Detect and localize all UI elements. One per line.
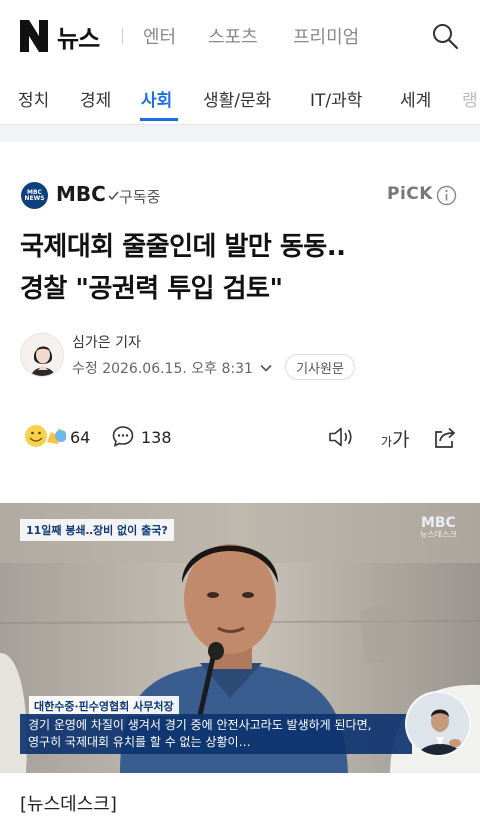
- video-player[interactable]: 11일째 봉쇄‥장비 없이 출국? MBC 뉴스데스크 대한수중·핀수영협회 사…: [0, 503, 480, 773]
- subtitle-line-2: 영구히 국제대회 유치를 할 수 없는 상황이…: [28, 735, 251, 749]
- font-size-button[interactable]: 가가: [381, 425, 410, 452]
- font-size-small-label: 가: [381, 435, 393, 449]
- article-body-next-line: [20, 826, 100, 830]
- nav-entertain[interactable]: 엔터: [143, 23, 176, 49]
- font-size-big-label: 가: [392, 429, 410, 451]
- comment-icon[interactable]: [112, 425, 134, 447]
- article-body-program: [뉴스데스크]: [20, 794, 117, 815]
- search-icon[interactable]: [431, 22, 459, 50]
- active-tab-indicator: [140, 118, 178, 121]
- subscribe-button[interactable]: 구독중: [108, 186, 160, 207]
- speaker-icon[interactable]: [328, 425, 354, 449]
- comment-count: 138: [141, 428, 172, 447]
- reporter-photo-icon: [21, 334, 63, 376]
- article-headline: 국제대회 줄줄인데 발만 동동.. 경찰 "공권력 투입 검토": [20, 226, 460, 310]
- subtitle-line-1: 경기 운영에 차질이 생겨서 경기 중에 안전사고라도 발생하게 된다면,: [28, 718, 372, 732]
- check-icon: [108, 191, 119, 201]
- headline-line-1: 국제대회 줄줄인데 발만 동동..: [20, 232, 346, 262]
- reaction-count: 64: [70, 428, 91, 447]
- press-name[interactable]: MBC: [56, 182, 106, 206]
- tab-life-culture[interactable]: 생활/문화: [203, 86, 271, 111]
- tab-economy[interactable]: 경제: [80, 86, 111, 111]
- press-logo-text: MBC NEWS: [24, 188, 45, 202]
- nav-premium[interactable]: 프리미엄: [293, 23, 359, 49]
- subscribe-label: 구독중: [119, 188, 161, 206]
- top-bar: 뉴스 엔터 스포츠 프리미엄: [0, 0, 480, 72]
- mbc-watermark-main: MBC: [420, 515, 456, 531]
- updated-timestamp: 수정 2026.06.15. 오후 8:31: [72, 361, 253, 377]
- press-logo[interactable]: MBC NEWS: [21, 182, 48, 209]
- chevron-down-icon[interactable]: [259, 361, 273, 375]
- header-divider: [122, 28, 123, 44]
- reporter-avatar[interactable]: [20, 333, 64, 377]
- reaction-emoji-icon[interactable]: [22, 422, 66, 450]
- pick-badge: PiCK: [387, 184, 433, 204]
- news-logo-text[interactable]: 뉴스: [57, 19, 100, 54]
- video-top-tag: 11일째 봉쇄‥장비 없이 출국?: [20, 519, 174, 541]
- tab-world[interactable]: 세계: [400, 86, 431, 111]
- video-subtitle: 경기 운영에 차질이 생겨서 경기 중에 안전사고라도 발생하게 된다면, 영구…: [20, 714, 412, 754]
- tab-society[interactable]: 사회: [141, 86, 172, 111]
- tab-politics[interactable]: 정치: [18, 86, 49, 111]
- nav-sports[interactable]: 스포츠: [208, 23, 258, 49]
- naver-n-logo-icon[interactable]: [20, 20, 48, 52]
- tab-ranking[interactable]: 랭: [462, 86, 478, 111]
- section-divider: [0, 124, 480, 142]
- reporter-name[interactable]: 심가은 기자: [72, 332, 141, 352]
- mbc-watermark: MBC 뉴스데스크: [420, 515, 457, 541]
- share-icon[interactable]: [432, 424, 458, 450]
- speaker-caption: 대한수중·핀수영협회 사무처장: [29, 696, 179, 716]
- info-icon[interactable]: [436, 185, 457, 206]
- sign-language-interpreter: [405, 691, 471, 757]
- headline-line-2: 경찰 "공권력 투입 검토": [20, 274, 283, 304]
- original-article-button[interactable]: 기사원문: [285, 354, 355, 380]
- tab-it-science[interactable]: IT/과학: [310, 86, 362, 111]
- category-tabs: 정치 경제 사회 생활/문화 IT/과학 세계 랭: [0, 78, 480, 122]
- mbc-watermark-sub: 뉴스데스크: [420, 530, 457, 539]
